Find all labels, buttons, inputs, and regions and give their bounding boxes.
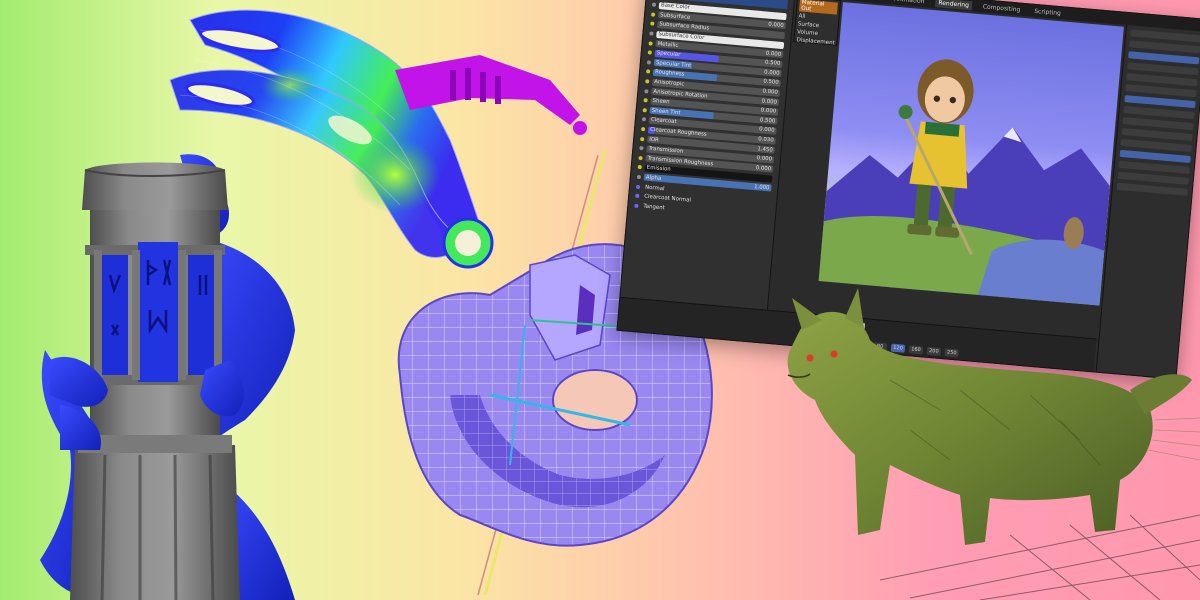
render-image [818, 59, 1110, 306]
socket-icon[interactable] [650, 12, 656, 17]
property-label: Sheen [652, 98, 670, 106]
property-label: Roughness [654, 69, 685, 79]
property-label: Anisotropic [653, 79, 685, 88]
property-label: Transmission [648, 145, 684, 155]
property-value: 1.000 [753, 184, 770, 192]
property-value: 0.000 [761, 98, 778, 106]
material-output-title: Material Out [798, 0, 838, 15]
rune-pillar-model [40, 154, 295, 600]
tab-rendering[interactable]: Rendering [935, 0, 973, 10]
cat-scan-model [787, 288, 1200, 600]
socket-icon[interactable] [650, 21, 655, 27]
tab-scripting[interactable]: Scripting [1031, 6, 1064, 18]
socket-icon[interactable] [643, 98, 648, 103]
material-output-node: Material Out All Surface Volume Displacemen… [793, 0, 842, 47]
property-value: 0.500 [764, 59, 781, 68]
socket-icon[interactable] [642, 107, 647, 113]
property-label: Base Color [660, 2, 691, 12]
output-socket-label: Displacement [796, 37, 836, 47]
property-label: Tangent [643, 203, 665, 212]
property-value: 0.000 [755, 164, 772, 173]
properties-panel: Principled BSDF Base ColorSubsurface0.00… [620, 0, 796, 313]
property-label: Normal [644, 184, 665, 192]
socket-icon[interactable] [638, 155, 643, 161]
socket-icon[interactable] [635, 193, 640, 199]
socket-icon[interactable] [651, 2, 657, 8]
property-value: 1.450 [757, 145, 774, 154]
property-value: 0.000 [768, 21, 784, 29]
socket-icon[interactable] [639, 146, 644, 151]
tab-animation[interactable]: Animation [891, 0, 928, 6]
material-output-items: All Surface Volume Displacement [796, 13, 836, 46]
socket-icon[interactable] [649, 31, 654, 36]
socket-icon[interactable] [648, 41, 653, 46]
socket-icon[interactable] [640, 136, 645, 141]
property-value: 0.000 [765, 50, 782, 58]
socket-icon[interactable] [635, 184, 641, 189]
property-value: 0.000 [763, 69, 780, 77]
property-list: Base Color Subsurface 0.000 Subsurface Radi… [634, 0, 787, 221]
property-value: 0.000 [756, 155, 773, 163]
property-value: 0.000 [760, 107, 777, 115]
property-value: 0.500 [759, 117, 776, 125]
property-value: 0.000 [762, 88, 779, 96]
socket-icon[interactable] [636, 174, 642, 180]
property-value: 0.000 [758, 126, 775, 135]
tab-node[interactable]: Node [861, 0, 883, 2]
socket-icon[interactable] [637, 165, 642, 170]
socket-icon[interactable] [646, 60, 652, 65]
property-label: Alpha [645, 174, 662, 182]
socket-icon[interactable] [634, 203, 639, 208]
socket-icon[interactable] [641, 117, 647, 122]
property-value: 0.500 [762, 78, 779, 87]
socket-icon[interactable] [645, 79, 650, 84]
socket-icon[interactable] [645, 69, 651, 75]
property-label: Emission [646, 165, 671, 174]
tab-compositing[interactable]: Compositing [980, 2, 1024, 15]
socket-icon[interactable] [644, 88, 649, 94]
socket-icon[interactable] [647, 50, 652, 55]
property-label: Clearcoat [650, 117, 677, 126]
property-label: IOR [648, 136, 660, 144]
render-viewport[interactable] [818, 2, 1124, 306]
property-value: 0.030 [757, 136, 774, 144]
property-label: Metallic [657, 40, 679, 49]
property-label: Subsurface [659, 12, 691, 21]
property-label: Sheen Tint [651, 107, 681, 117]
socket-icon[interactable] [640, 127, 646, 132]
